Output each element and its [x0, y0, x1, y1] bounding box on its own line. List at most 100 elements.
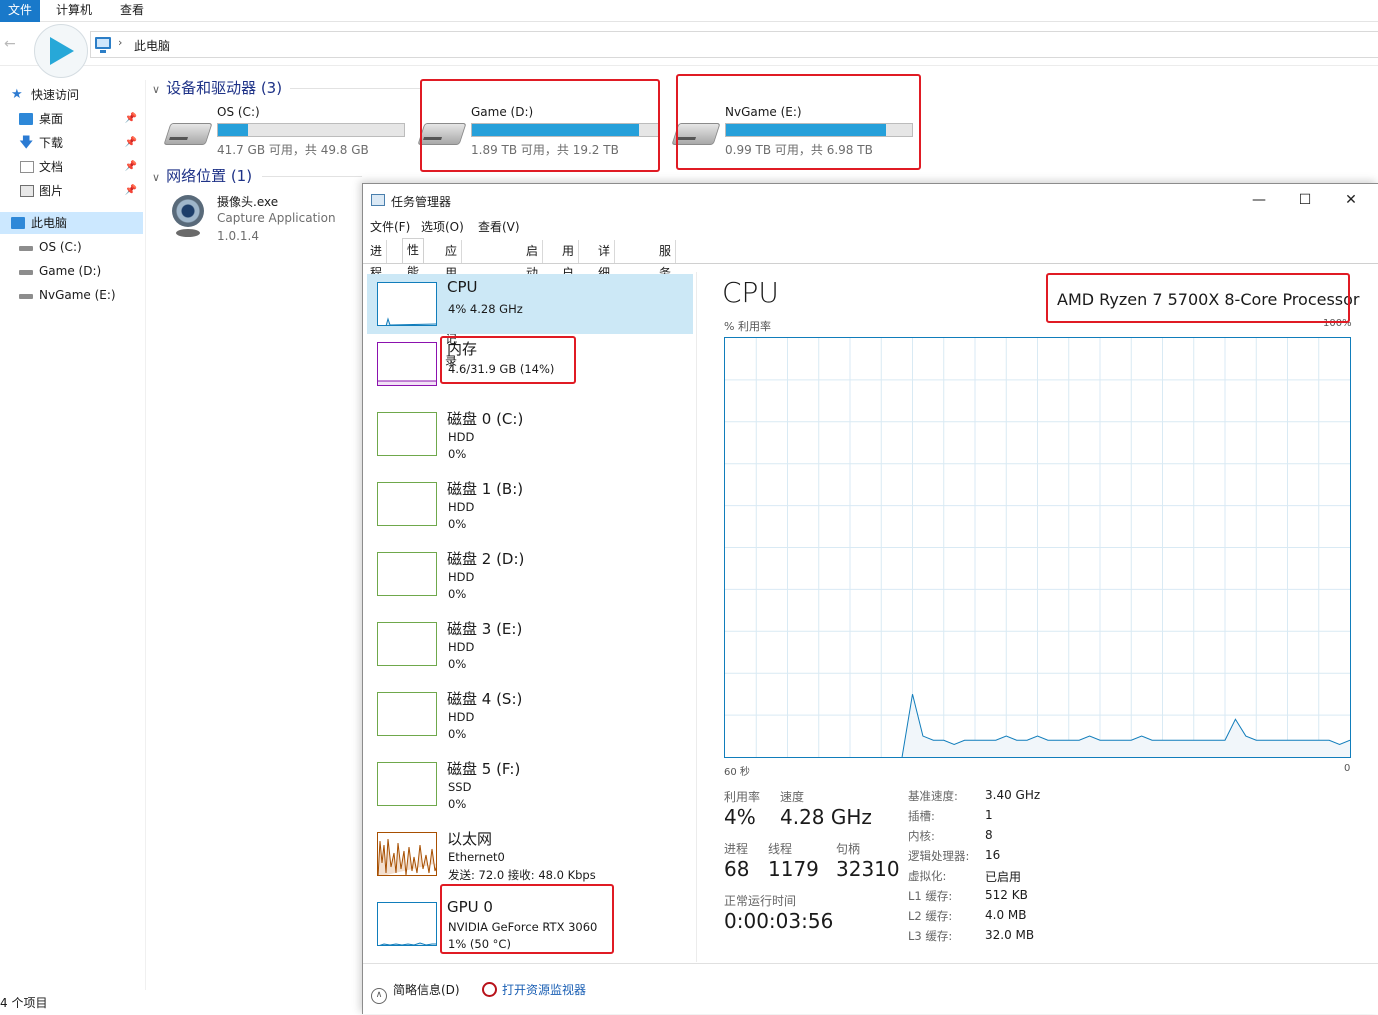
perf-item-detail: Ethernet0 — [448, 850, 505, 864]
star-icon: ★ — [11, 87, 23, 102]
perf-item-disk3[interactable]: 磁盘 3 (E:) HDD 0% — [367, 614, 693, 674]
minimize-button[interactable]: — — [1249, 192, 1269, 208]
floating-capture-icon[interactable] — [34, 24, 88, 78]
close-button[interactable]: ✕ — [1341, 192, 1361, 208]
drive-tile-d[interactable]: Game (D:) 1.89 TB 可用，共 19.2 TB — [417, 105, 661, 171]
perf-item-title: 内存 — [447, 340, 478, 358]
nav-this-pc[interactable]: 此电脑 — [0, 212, 143, 234]
tab-users[interactable]: 用户 — [558, 240, 580, 280]
capacity-bar — [217, 123, 405, 137]
nav-quick-access[interactable]: ★ 快速访问 — [0, 84, 143, 106]
tab-performance[interactable]: 性能 — [402, 238, 425, 279]
menu-view[interactable]: 查看(V) — [478, 218, 520, 235]
hard-drive-icon — [417, 123, 467, 145]
tab-app-history[interactable]: 应用历史记录 — [441, 240, 463, 368]
disk-mini-graph — [377, 762, 437, 806]
cpu-area-fill — [902, 694, 1350, 757]
drive-icon — [19, 294, 33, 299]
pin-icon[interactable]: 📌 — [125, 108, 137, 130]
address-bar[interactable]: › 此电脑 — [90, 31, 1378, 58]
webcam-icon[interactable] — [170, 195, 206, 243]
network-app-name[interactable]: 摄像头.exe — [217, 193, 278, 210]
chevron-right-icon[interactable]: › — [118, 36, 122, 49]
task-manager-window: 任务管理器 — ☐ ✕ 文件(F) 选项(O) 查看(V) 进程 性能 应用历史… — [362, 183, 1378, 1014]
nav-label: 图片 — [39, 184, 64, 198]
drive-tile-e[interactable]: NvGame (E:) 0.99 TB 可用，共 6.98 TB — [671, 105, 915, 171]
tab-processes[interactable]: 进程 — [366, 240, 388, 280]
perf-item-title: 磁盘 4 (S:) — [447, 690, 523, 708]
maximize-button[interactable]: ☐ — [1295, 192, 1315, 208]
stat-threads-value: 1179 — [768, 857, 819, 881]
chevron-down-icon[interactable]: ∨ — [152, 171, 160, 184]
chevron-up-icon: ∧ — [371, 988, 387, 1004]
menu-options[interactable]: 选项(O) — [421, 218, 464, 235]
nav-desktop[interactable]: 桌面 📌 — [0, 108, 143, 130]
ethernet-mini-graph — [377, 832, 437, 876]
tab-details[interactable]: 详细信息 — [594, 240, 616, 324]
nav-downloads[interactable]: 🡇 下载 📌 — [0, 132, 143, 154]
util-axis-max: 100% — [1323, 318, 1352, 329]
capacity-bar — [725, 123, 913, 137]
devices-section-header[interactable]: ∨ 设备和驱动器 (3) — [152, 77, 282, 98]
fewer-details-button[interactable]: ∧ 简略信息(D) — [371, 981, 460, 1004]
drive-tile-c[interactable]: OS (C:) 41.7 GB 可用，共 49.8 GB — [163, 105, 407, 171]
perf-item-detail: 0% — [448, 447, 467, 461]
task-manager-icon — [371, 194, 385, 206]
drive-name: OS (C:) — [217, 105, 260, 119]
network-app-version: 1.0.1.4 — [217, 229, 259, 243]
ribbon-tab-computer[interactable]: 计算机 — [48, 0, 100, 22]
capacity-fill — [472, 124, 640, 136]
divider — [290, 88, 420, 89]
spec-value: 512 KB — [985, 888, 1028, 902]
perf-item-disk1[interactable]: 磁盘 1 (B:) HDD 0% — [367, 474, 693, 534]
spec-value: 8 — [985, 828, 993, 842]
spec-label: 插槽: — [908, 809, 935, 823]
tab-services[interactable]: 服务 — [655, 240, 677, 280]
stat-util-value: 4% — [724, 805, 756, 829]
perf-item-disk4[interactable]: 磁盘 4 (S:) HDD 0% — [367, 684, 693, 744]
divider — [696, 272, 697, 962]
perf-item-gpu[interactable]: GPU 0 NVIDIA GeForce RTX 3060 1% (50 °C) — [367, 894, 693, 954]
perf-item-disk5[interactable]: 磁盘 5 (F:) SSD 0% — [367, 754, 693, 814]
tab-startup[interactable]: 启动 — [522, 240, 544, 280]
perf-item-disk0[interactable]: 磁盘 0 (C:) HDD 0% — [367, 404, 693, 464]
open-resource-monitor-link[interactable]: 打开资源监视器 — [482, 981, 586, 998]
perf-item-cpu[interactable]: CPU 4% 4.28 GHz — [367, 274, 693, 334]
capacity-bar — [471, 123, 659, 137]
nav-documents[interactable]: 文档 📌 — [0, 156, 143, 178]
perf-item-detail: HDD — [448, 500, 475, 514]
nav-label: 此电脑 — [31, 216, 68, 230]
network-section-header[interactable]: ∨ 网络位置 (1) — [152, 165, 252, 186]
chevron-down-icon[interactable]: ∨ — [152, 83, 160, 96]
perf-item-memory[interactable]: 内存 4.6/31.9 GB (14%) — [367, 334, 693, 394]
pin-icon[interactable]: 📌 — [125, 132, 137, 154]
ribbon-tab-file[interactable]: 文件 — [0, 0, 41, 22]
pin-icon[interactable]: 📌 — [125, 156, 137, 178]
nav-pictures[interactable]: 图片 📌 — [0, 180, 143, 202]
perf-item-disk2[interactable]: 磁盘 2 (D:) HDD 0% — [367, 544, 693, 604]
hard-drive-icon — [163, 123, 213, 145]
pin-icon[interactable]: 📌 — [125, 180, 137, 202]
picture-icon — [20, 185, 34, 197]
drive-name: NvGame (E:) — [725, 105, 802, 119]
perf-item-detail: 4.6/31.9 GB (14%) — [448, 362, 555, 376]
spec-label: 逻辑处理器: — [908, 849, 970, 863]
ribbon-tab-view[interactable]: 查看 — [112, 0, 152, 22]
nav-drive-c[interactable]: OS (C:) — [0, 236, 143, 258]
spec-label: 虚拟化: — [908, 869, 947, 883]
nav-drive-d[interactable]: Game (D:) — [0, 260, 143, 282]
back-arrow-icon[interactable]: ← — [4, 36, 16, 52]
drive-icon — [19, 270, 33, 275]
disk-mini-graph — [377, 692, 437, 736]
address-path: 此电脑 — [134, 39, 171, 53]
nav-drive-e[interactable]: NvGame (E:) — [0, 284, 143, 306]
capacity-fill — [726, 124, 886, 136]
perf-item-title: 磁盘 5 (F:) — [447, 760, 521, 778]
resource-monitor-label: 打开资源监视器 — [502, 983, 587, 997]
perf-item-ethernet[interactable]: 以太网 Ethernet0 发送: 72.0 接收: 48.0 Kbps — [367, 824, 693, 884]
disk-mini-graph — [377, 412, 437, 456]
menu-file[interactable]: 文件(F) — [370, 218, 410, 235]
perf-item-title: 磁盘 2 (D:) — [447, 550, 525, 568]
stat-uptime-label: 正常运行时间 — [724, 894, 797, 908]
resource-monitor-icon — [482, 982, 497, 997]
